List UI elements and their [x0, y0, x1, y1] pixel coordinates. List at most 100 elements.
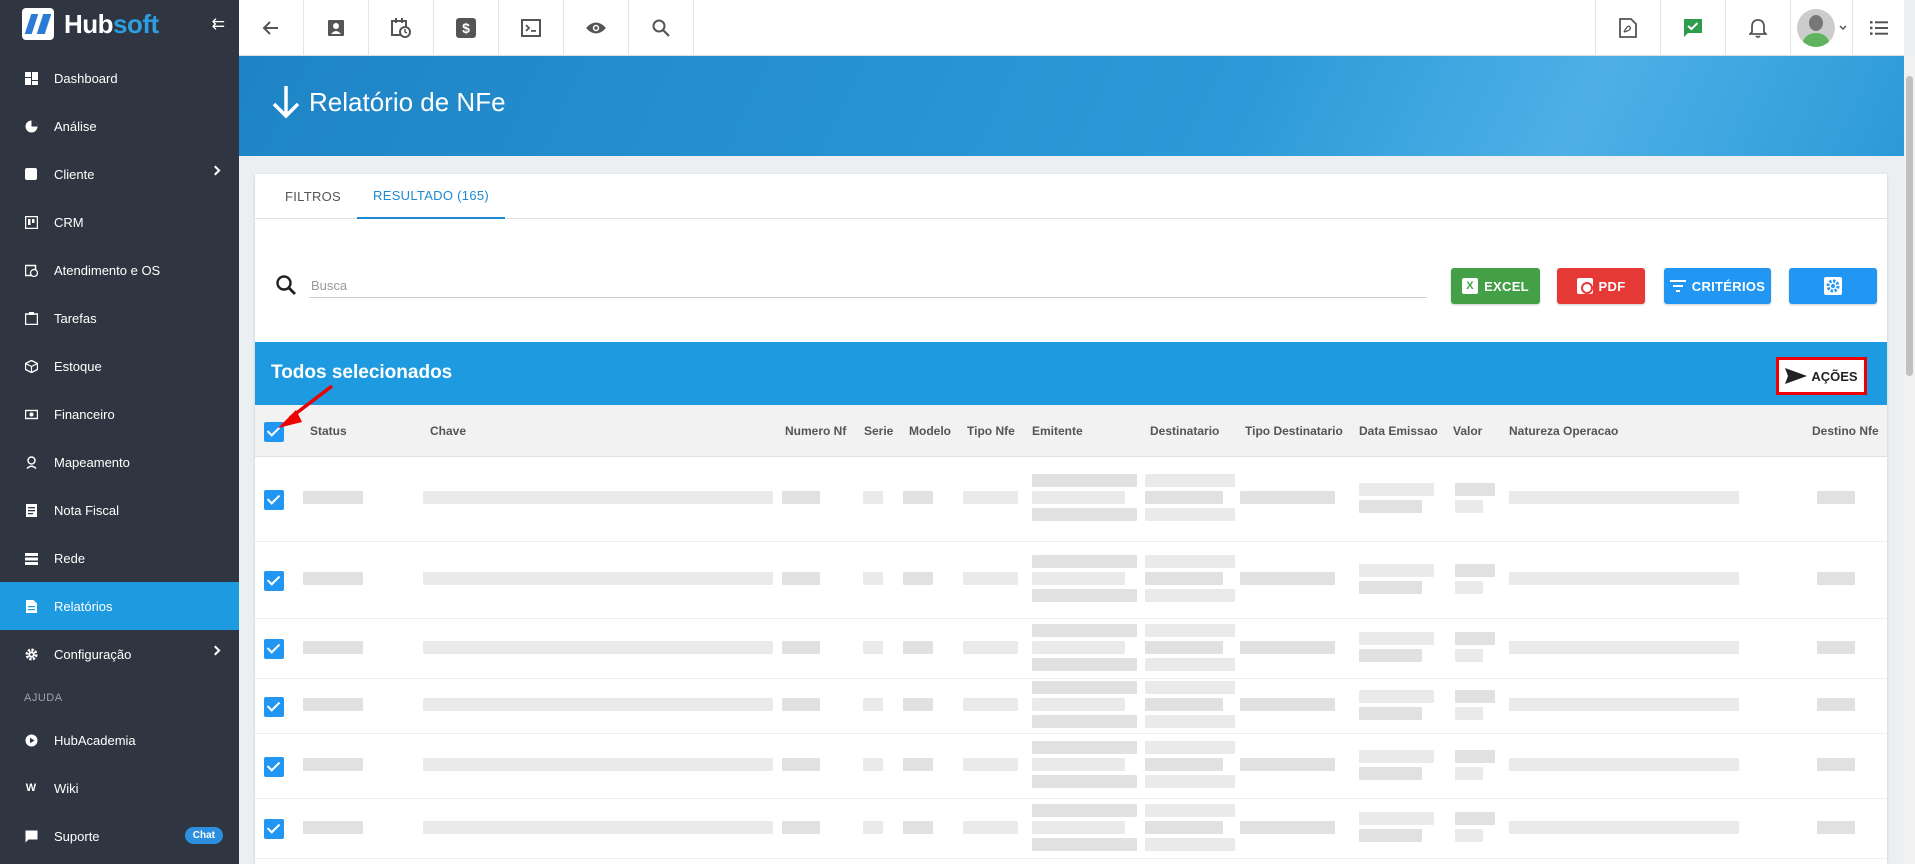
redacted-cell [1145, 741, 1235, 754]
sidebar-item-mapeamento[interactable]: Mapeamento [0, 438, 239, 486]
criteria-button[interactable]: CRITÉRIOS [1664, 268, 1771, 304]
search-input[interactable] [309, 274, 1427, 298]
redacted-cell [1455, 812, 1495, 825]
table-row[interactable] [255, 799, 1887, 859]
table-row[interactable] [255, 457, 1887, 542]
column-natureza-operacao[interactable]: Natureza Operacao [1509, 424, 1618, 438]
row-checkbox[interactable] [264, 756, 284, 777]
redacted-cell [903, 491, 933, 504]
column-modelo[interactable]: Modelo [909, 424, 951, 438]
redacted-cell [1817, 491, 1855, 504]
terminal-button[interactable] [499, 0, 564, 56]
map-pin-icon [24, 455, 38, 469]
user-menu-button[interactable] [1790, 0, 1852, 56]
redacted-cell [903, 572, 933, 585]
redacted-cell [1145, 775, 1235, 788]
export-excel-button[interactable]: X EXCEL [1451, 268, 1540, 304]
redacted-cell [1145, 681, 1235, 694]
actions-button[interactable]: AÇÕES [1776, 357, 1867, 395]
column-destinatario[interactable]: Destinatario [1150, 424, 1219, 438]
sidebar-item-relatorios[interactable]: Relatórios [0, 582, 239, 630]
column-tipo-destinatario[interactable]: Tipo Destinatario [1245, 424, 1343, 438]
schedule-button[interactable] [369, 0, 434, 56]
bell-icon [1749, 19, 1767, 38]
column-destino-nfe[interactable]: Destino Nfe [1812, 424, 1879, 438]
sidebar-item-atendimento[interactable]: Atendimento e OS [0, 246, 239, 294]
row-checkbox[interactable] [264, 489, 284, 510]
search-button[interactable] [629, 0, 694, 56]
redacted-cell [1145, 640, 1223, 654]
select-all-checkbox[interactable] [264, 422, 284, 442]
sidebar-item-suporte[interactable]: Suporte Chat [0, 812, 239, 860]
redacted-cell [1032, 681, 1137, 694]
box-icon [24, 359, 38, 373]
column-serie[interactable]: Serie [864, 424, 893, 438]
sidebar-item-wiki[interactable]: W Wiki [0, 764, 239, 812]
sidebar-item-analise[interactable]: Análise [0, 102, 239, 150]
table-row[interactable] [255, 619, 1887, 679]
sidebar-item-nota-fiscal[interactable]: Nota Fiscal [0, 486, 239, 534]
table-row[interactable] [255, 734, 1887, 799]
sidebar-item-dashboard[interactable]: Dashboard [0, 54, 239, 102]
row-checkbox[interactable] [264, 639, 284, 659]
sidebar-item-label: Nota Fiscal [54, 502, 120, 518]
sidebar-item-label: Suporte [54, 828, 100, 844]
sidebar-item-configuracao[interactable]: Configuração [0, 630, 239, 678]
sidebar-item-hubacademia[interactable]: HubAcademia [0, 716, 239, 764]
redacted-cell [303, 640, 363, 654]
notifications-button[interactable] [1725, 0, 1790, 56]
send-icon [1785, 368, 1808, 384]
tab-resultado[interactable]: RESULTADO (165) [357, 174, 506, 219]
sidebar-item-estoque[interactable]: Estoque [0, 342, 239, 390]
column-status[interactable]: Status [310, 424, 347, 438]
sidebar-item-label: Cliente [54, 166, 95, 182]
row-checkbox[interactable] [264, 819, 284, 839]
redacted-cell [1145, 657, 1235, 671]
sidebar-item-cliente[interactable]: Cliente [0, 150, 239, 198]
approvals-button[interactable] [1660, 0, 1725, 56]
redacted-cell [963, 820, 1018, 834]
collapse-sidebar-icon[interactable]: ⇇ [212, 14, 225, 34]
redacted-cell [1145, 698, 1223, 711]
view-button[interactable] [564, 0, 629, 56]
excel-icon: X [1462, 278, 1479, 294]
column-chave[interactable]: Chave [430, 424, 466, 438]
back-button[interactable] [239, 0, 304, 56]
column-emitente[interactable]: Emitente [1032, 424, 1083, 438]
redacted-cell [1817, 640, 1855, 654]
column-data-emissao[interactable]: Data Emissao [1359, 424, 1438, 438]
column-valor[interactable]: Valor [1453, 424, 1482, 438]
chat-badge[interactable]: Chat [184, 827, 223, 844]
filter-icon [1669, 280, 1686, 292]
tab-filtros[interactable]: FILTROS [269, 174, 357, 219]
pdf-document-button[interactable] [1595, 0, 1660, 56]
row-checkbox[interactable] [264, 570, 284, 591]
table-row[interactable] [255, 679, 1887, 734]
redacted-cell [903, 640, 933, 654]
brand-name: Hubsoft [64, 9, 159, 40]
row-checkbox[interactable] [264, 696, 284, 717]
redacted-cell [303, 758, 363, 771]
brand-hub: Hub [64, 8, 114, 39]
finance-button[interactable]: $ [434, 0, 499, 56]
column-numero-nf[interactable]: Numero Nf [785, 424, 846, 438]
scroll-thumb[interactable] [1906, 76, 1913, 376]
sidebar-item-rede[interactable]: Rede [0, 534, 239, 582]
column-tipo-nfe[interactable]: Tipo Nfe [967, 424, 1015, 438]
export-pdf-button[interactable]: PDF [1557, 268, 1645, 304]
menu-button[interactable] [1852, 0, 1904, 56]
sidebar-item-financeiro[interactable]: Financeiro [0, 390, 239, 438]
page-scrollbar[interactable] [1904, 56, 1915, 864]
table-row[interactable] [255, 542, 1887, 619]
redacted-cell [1359, 829, 1422, 842]
contact-button[interactable] [304, 0, 369, 56]
redacted-cell [1145, 820, 1223, 834]
redacted-cell [1032, 555, 1137, 568]
column-settings-button[interactable] [1789, 268, 1877, 304]
hubsoft-logo[interactable] [22, 8, 54, 40]
redacted-cell [1817, 698, 1855, 711]
sidebar-item-label: Configuração [54, 646, 132, 662]
sidebar-item-tarefas[interactable]: Tarefas [0, 294, 239, 342]
chevron-right-icon [210, 165, 221, 176]
sidebar-item-crm[interactable]: CRM [0, 198, 239, 246]
